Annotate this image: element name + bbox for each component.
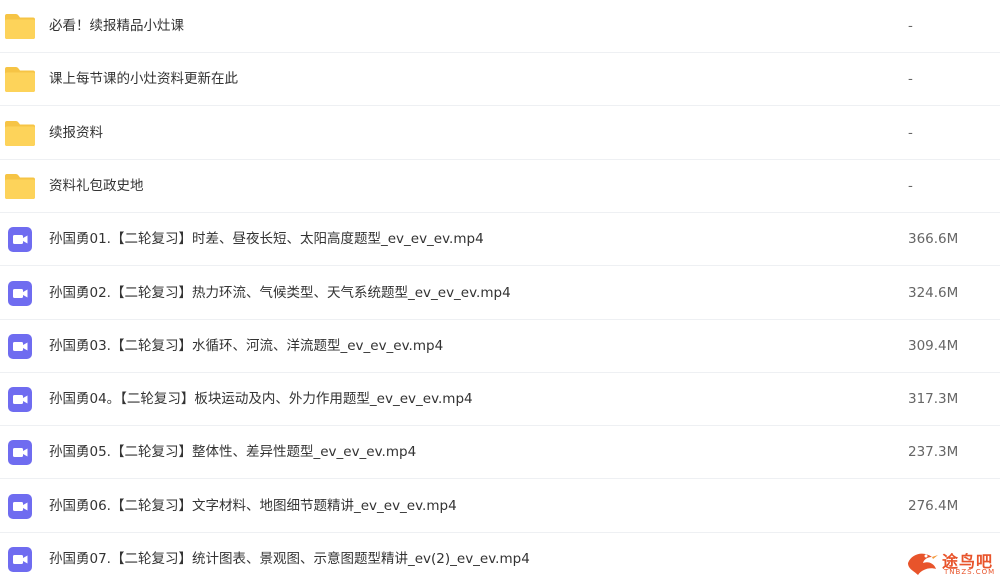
file-list: 必看！续报精品小灶课 - 课上每节课的小灶资料更新在此 - 续报资料 - 资料礼包政史地 - 孙… xyxy=(0,0,1000,583)
file-name[interactable]: 孙国勇01.【二轮复习】时差、昼夜长短、太阳高度题型_ev_ev_ev.mp4 xyxy=(49,213,484,266)
watermark-subtext: TNBZS.COM xyxy=(944,568,996,576)
file-name[interactable]: 孙国勇07.【二轮复习】统计图表、景观图、示意图题型精讲_ev(2)_ev_ev… xyxy=(49,533,530,583)
video-file-icon xyxy=(4,544,36,574)
folder-icon xyxy=(4,11,36,41)
file-name[interactable]: 资料礼包政史地 xyxy=(49,160,144,213)
file-size: 309.4M xyxy=(908,338,959,354)
folder-row[interactable]: 资料礼包政史地 - xyxy=(0,160,1000,213)
folder-icon xyxy=(4,171,36,201)
video-file-icon xyxy=(4,224,36,254)
file-name[interactable]: 孙国勇05.【二轮复习】整体性、差异性题型_ev_ev_ev.mp4 xyxy=(49,426,416,479)
file-size: 324.6M xyxy=(908,285,959,301)
file-size: - xyxy=(908,18,913,34)
file-name[interactable]: 孙国勇04。【二轮复习】板块运动及内、外力作用题型_ev_ev_ev.mp4 xyxy=(49,373,473,426)
file-row[interactable]: 孙国勇03.【二轮复习】水循环、河流、洋流题型_ev_ev_ev.mp4 309.… xyxy=(0,320,1000,373)
folder-row[interactable]: 必看！续报精品小灶课 - xyxy=(0,0,1000,53)
file-size: - xyxy=(908,71,913,87)
file-size: 276.4M xyxy=(908,498,959,514)
file-name[interactable]: 课上每节课的小灶资料更新在此 xyxy=(49,53,238,106)
file-size: 237.3M xyxy=(908,444,959,460)
file-size: 317.3M xyxy=(908,391,959,407)
video-file-icon xyxy=(4,278,36,308)
file-name[interactable]: 孙国勇06.【二轮复习】文字材料、地图细节题精讲_ev_ev_ev.mp4 xyxy=(49,480,457,533)
folder-row[interactable]: 课上每节课的小灶资料更新在此 - xyxy=(0,53,1000,106)
file-row[interactable]: 孙国勇04。【二轮复习】板块运动及内、外力作用题型_ev_ev_ev.mp4 31… xyxy=(0,373,1000,426)
file-name[interactable]: 孙国勇02.【二轮复习】热力环流、气候类型、天气系统题型_ev_ev_ev.mp… xyxy=(49,267,511,320)
file-size: - xyxy=(908,125,913,141)
bird-logo-icon xyxy=(908,553,938,575)
file-size: - xyxy=(908,178,913,194)
file-row[interactable]: 孙国勇02.【二轮复习】热力环流、气候类型、天气系统题型_ev_ev_ev.mp… xyxy=(0,267,1000,320)
file-row[interactable]: 孙国勇01.【二轮复习】时差、昼夜长短、太阳高度题型_ev_ev_ev.mp4 3… xyxy=(0,213,1000,266)
folder-row[interactable]: 续报资料 - xyxy=(0,107,1000,160)
file-row[interactable]: 孙国勇07.【二轮复习】统计图表、景观图、示意图题型精讲_ev(2)_ev_ev… xyxy=(0,533,1000,583)
folder-icon xyxy=(4,64,36,94)
video-file-icon xyxy=(4,437,36,467)
video-file-icon xyxy=(4,331,36,361)
watermark-logo: 途鸟吧 TNBZS.COM xyxy=(902,545,996,581)
file-name[interactable]: 孙国勇03.【二轮复习】水循环、河流、洋流题型_ev_ev_ev.mp4 xyxy=(49,320,443,373)
folder-icon xyxy=(4,118,36,148)
file-name[interactable]: 必看！续报精品小灶课 xyxy=(49,0,184,53)
video-file-icon xyxy=(4,384,36,414)
file-row[interactable]: 孙国勇06.【二轮复习】文字材料、地图细节题精讲_ev_ev_ev.mp4 276… xyxy=(0,480,1000,533)
file-name[interactable]: 续报资料 xyxy=(49,107,103,160)
video-file-icon xyxy=(4,491,36,521)
file-row[interactable]: 孙国勇05.【二轮复习】整体性、差异性题型_ev_ev_ev.mp4 237.3M xyxy=(0,426,1000,479)
file-size: 366.6M xyxy=(908,231,959,247)
